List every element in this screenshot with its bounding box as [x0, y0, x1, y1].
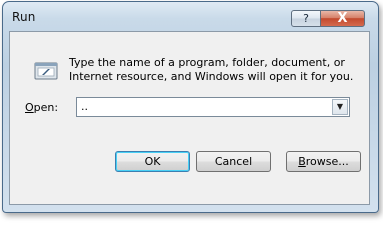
- window-title: Run: [12, 10, 36, 24]
- close-button[interactable]: X: [320, 10, 365, 27]
- run-icon: [34, 62, 58, 80]
- run-dialog-window: Run ? X Type the name of a program, fold…: [2, 1, 379, 213]
- open-input[interactable]: ..: [81, 100, 88, 113]
- open-label-accelerator: O: [25, 101, 34, 114]
- dropdown-button[interactable]: ▼: [332, 99, 348, 115]
- browse-button[interactable]: Browse...: [286, 151, 361, 172]
- open-label-text: pen:: [33, 101, 59, 114]
- dialog-description: Type the name of a program, folder, docu…: [69, 56, 354, 83]
- dialog-body: Type the name of a program, folder, docu…: [9, 31, 370, 205]
- help-button[interactable]: ?: [291, 10, 321, 27]
- open-label: Open:: [25, 101, 58, 114]
- title-bar[interactable]: Run ? X: [3, 2, 378, 32]
- browse-accelerator: B: [298, 155, 306, 168]
- cancel-button[interactable]: Cancel: [196, 151, 271, 172]
- ok-button[interactable]: OK: [115, 151, 190, 172]
- browse-label: rowse...: [305, 155, 349, 168]
- chevron-down-icon: ▼: [336, 102, 344, 111]
- open-combobox[interactable]: .. ▼: [76, 97, 350, 117]
